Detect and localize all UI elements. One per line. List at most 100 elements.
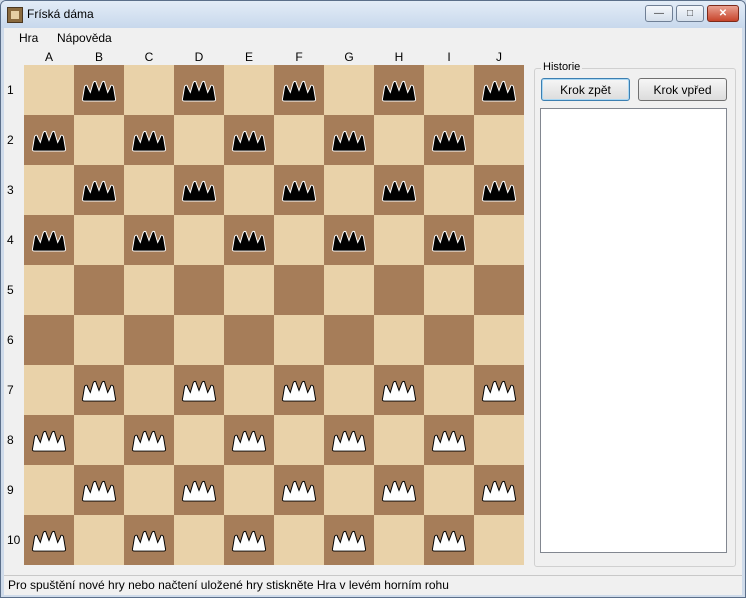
board-cell-a1[interactable] [24,65,74,115]
board-cell-g5[interactable] [324,265,374,315]
board-cell-e9[interactable] [224,465,274,515]
black-crown-piece-icon[interactable] [80,177,118,203]
board-cell-a6[interactable] [24,315,74,365]
black-crown-piece-icon[interactable] [480,177,518,203]
board-cell-a2[interactable] [24,115,74,165]
board-cell-b8[interactable] [74,415,124,465]
board-cell-f6[interactable] [274,315,324,365]
board-cell-d9[interactable] [174,465,224,515]
board-cell-c9[interactable] [124,465,174,515]
white-crown-piece-icon[interactable] [380,477,418,503]
board-cell-d6[interactable] [174,315,224,365]
board-cell-e1[interactable] [224,65,274,115]
board-cell-d10[interactable] [174,515,224,565]
title-bar[interactable]: Fríská dáma — □ ✕ [1,1,745,28]
minimize-button[interactable]: — [645,5,673,22]
board-cell-f7[interactable] [274,365,324,415]
board-cell-f5[interactable] [274,265,324,315]
black-crown-piece-icon[interactable] [430,127,468,153]
board-cell-g7[interactable] [324,365,374,415]
board-cell-c8[interactable] [124,415,174,465]
black-crown-piece-icon[interactable] [180,177,218,203]
board-cell-i7[interactable] [424,365,474,415]
board-cell-f3[interactable] [274,165,324,215]
board-cell-a9[interactable] [24,465,74,515]
white-crown-piece-icon[interactable] [280,377,318,403]
board-cell-g8[interactable] [324,415,374,465]
board-cell-h3[interactable] [374,165,424,215]
board-cell-j2[interactable] [474,115,524,165]
board-cell-j5[interactable] [474,265,524,315]
board-cell-c4[interactable] [124,215,174,265]
board-cell-a5[interactable] [24,265,74,315]
board-cell-b6[interactable] [74,315,124,365]
board-cell-i8[interactable] [424,415,474,465]
black-crown-piece-icon[interactable] [130,227,168,253]
board-cell-h1[interactable] [374,65,424,115]
board-cell-f2[interactable] [274,115,324,165]
board-cell-b3[interactable] [74,165,124,215]
board-cell-g1[interactable] [324,65,374,115]
black-crown-piece-icon[interactable] [180,77,218,103]
board-cell-a4[interactable] [24,215,74,265]
menu-napoveda[interactable]: Nápověda [57,31,112,45]
white-crown-piece-icon[interactable] [230,527,268,553]
white-crown-piece-icon[interactable] [30,427,68,453]
black-crown-piece-icon[interactable] [80,77,118,103]
black-crown-piece-icon[interactable] [30,227,68,253]
board-cell-c1[interactable] [124,65,174,115]
board-cell-i6[interactable] [424,315,474,365]
board-cell-h4[interactable] [374,215,424,265]
board-cell-i1[interactable] [424,65,474,115]
board-cell-f8[interactable] [274,415,324,465]
board-cell-e5[interactable] [224,265,274,315]
board-cell-d4[interactable] [174,215,224,265]
black-crown-piece-icon[interactable] [230,227,268,253]
board-cell-j1[interactable] [474,65,524,115]
white-crown-piece-icon[interactable] [30,527,68,553]
board-cell-g10[interactable] [324,515,374,565]
board-cell-e10[interactable] [224,515,274,565]
white-crown-piece-icon[interactable] [180,477,218,503]
board-cell-i3[interactable] [424,165,474,215]
board-cell-f4[interactable] [274,215,324,265]
white-crown-piece-icon[interactable] [430,427,468,453]
history-list[interactable] [540,108,727,553]
black-crown-piece-icon[interactable] [330,127,368,153]
board-cell-i10[interactable] [424,515,474,565]
board-cell-h7[interactable] [374,365,424,415]
board-cell-g2[interactable] [324,115,374,165]
white-crown-piece-icon[interactable] [380,377,418,403]
board-cell-d5[interactable] [174,265,224,315]
close-button[interactable]: ✕ [707,5,739,22]
board-cell-e2[interactable] [224,115,274,165]
step-back-button[interactable]: Krok zpět [541,78,630,101]
board-cell-i9[interactable] [424,465,474,515]
board-cell-h2[interactable] [374,115,424,165]
board-cell-j7[interactable] [474,365,524,415]
board-cell-j10[interactable] [474,515,524,565]
white-crown-piece-icon[interactable] [80,477,118,503]
step-forward-button[interactable]: Krok vpřed [638,78,727,101]
board-cell-h5[interactable] [374,265,424,315]
board-cell-i4[interactable] [424,215,474,265]
board-cell-h6[interactable] [374,315,424,365]
menu-hra[interactable]: Hra [19,31,38,45]
white-crown-piece-icon[interactable] [80,377,118,403]
board-cell-h9[interactable] [374,465,424,515]
black-crown-piece-icon[interactable] [430,227,468,253]
board-cell-d3[interactable] [174,165,224,215]
board-cell-c2[interactable] [124,115,174,165]
board-cell-a10[interactable] [24,515,74,565]
board-cell-j9[interactable] [474,465,524,515]
board-cell-g3[interactable] [324,165,374,215]
white-crown-piece-icon[interactable] [230,427,268,453]
checkers-board[interactable] [24,65,524,565]
black-crown-piece-icon[interactable] [30,127,68,153]
white-crown-piece-icon[interactable] [280,477,318,503]
white-crown-piece-icon[interactable] [330,427,368,453]
board-cell-a3[interactable] [24,165,74,215]
board-cell-f9[interactable] [274,465,324,515]
board-cell-j4[interactable] [474,215,524,265]
board-cell-j3[interactable] [474,165,524,215]
